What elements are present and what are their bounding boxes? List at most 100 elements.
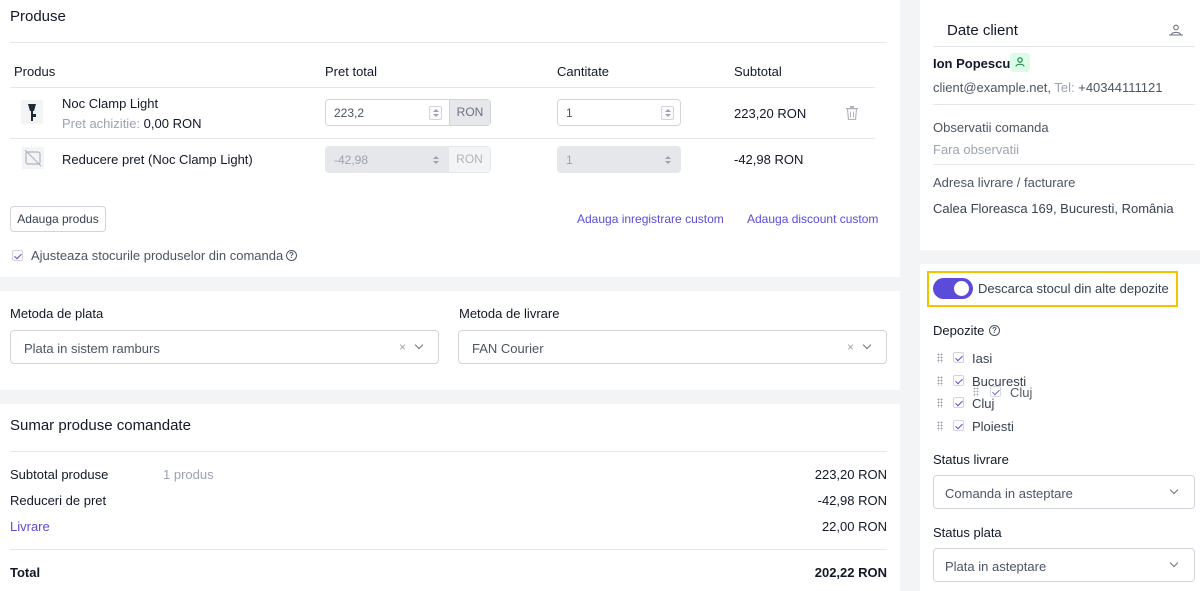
shipping-method-value: FAN Courier	[472, 341, 544, 356]
chevron-down-icon[interactable]	[414, 340, 424, 350]
purchase-price-label: Pret achizitie:	[62, 116, 141, 131]
price-value: 223,2	[334, 106, 365, 120]
divider	[10, 451, 887, 452]
delivery-status-value: Comanda in asteptare	[945, 486, 1073, 501]
client-email: client@example.net,	[933, 80, 1051, 95]
stock-card: Descarca stocul din alte depozite Depozi…	[920, 264, 1200, 591]
address-value: Calea Floreasca 169, Bucuresti, România	[933, 201, 1174, 216]
warehouse-label: Iasi	[972, 351, 993, 366]
client-phone: +40344111121	[1078, 80, 1163, 95]
col-price: Pret total	[325, 64, 378, 79]
chevron-down-icon[interactable]	[1169, 485, 1179, 495]
edit-client-icon[interactable]	[1169, 24, 1183, 36]
notes-value: Fara observatii	[933, 142, 1019, 157]
discount-quantity-input: 1	[557, 146, 681, 173]
drag-handle-icon[interactable]	[937, 376, 943, 386]
payment-method-select[interactable]: Plata in sistem ramburs ×	[10, 330, 439, 364]
chevron-down-icon[interactable]	[1169, 558, 1179, 568]
divider	[10, 138, 875, 139]
discount-price-input: -42,98 RON	[325, 146, 491, 173]
client-card: Date client Ion Popescu client@example.n…	[920, 0, 1200, 250]
total-label: Total	[10, 565, 41, 580]
shipping-method-label: Metoda de livrare	[459, 306, 560, 321]
quantity-input[interactable]: 1	[557, 99, 681, 126]
discounts-value: -42,98 RON	[817, 493, 887, 508]
subtotal-count: 1 produs	[163, 467, 214, 482]
discount-quantity-value: 1	[566, 153, 573, 167]
col-subtotal: Subtotal	[734, 64, 782, 79]
payment-status-value: Plata in asteptare	[945, 559, 1047, 574]
quantity-value: 1	[566, 106, 573, 120]
adjust-stock-checkbox[interactable]	[12, 250, 23, 261]
warehouse-checkbox[interactable]	[953, 375, 964, 386]
discount-price-stepper	[429, 153, 442, 167]
delivery-status-select[interactable]: Comanda in asteptare	[933, 475, 1195, 509]
warehouse-checkbox[interactable]	[953, 397, 964, 408]
product-name[interactable]: Noc Clamp Light	[62, 96, 158, 111]
total-value: 202,22 RON	[814, 565, 887, 580]
discount-price-value: -42,98	[334, 153, 369, 167]
currency-label: RON	[449, 100, 490, 125]
methods-card: Metoda de plata Plata in sistem ramburs …	[0, 291, 900, 390]
divider	[10, 87, 875, 88]
client-phone-label: Tel:	[1054, 80, 1075, 95]
subtotal-value: 223,20 RON	[814, 467, 887, 482]
help-icon[interactable]: ?	[989, 325, 1000, 336]
product-thumbnail	[19, 98, 45, 126]
drag-handle-icon[interactable]	[937, 421, 943, 431]
purchase-price: Pret achizitie: 0,00 RON	[62, 116, 201, 131]
payment-status-select[interactable]: Plata in asteptare	[933, 548, 1195, 582]
client-name: Ion Popescu	[933, 56, 1011, 71]
clear-icon[interactable]: ×	[399, 340, 406, 354]
stock-toggle[interactable]	[933, 278, 973, 299]
discounts-label: Reduceri de pret	[10, 493, 107, 508]
price-input[interactable]: 223,2 RON	[325, 99, 491, 126]
divider	[10, 42, 887, 43]
drag-handle-icon[interactable]	[937, 353, 943, 363]
payment-method-label: Metoda de plata	[10, 306, 104, 321]
products-card: Produse Produs Pret total Cantitate Subt…	[0, 0, 900, 277]
divider	[933, 46, 1195, 47]
stock-toggle-label: Descarca stocul din alte depozite	[978, 281, 1169, 296]
col-product: Produs	[14, 64, 56, 79]
discount-quantity-stepper	[661, 153, 674, 167]
no-image-icon	[21, 146, 45, 170]
client-profile-icon[interactable]	[1010, 53, 1030, 72]
drag-handle-icon[interactable]	[937, 398, 943, 408]
warehouse-checkbox[interactable]	[953, 420, 964, 431]
drag-handle-icon	[973, 387, 979, 397]
row-subtotal: 223,20 RON	[734, 106, 807, 121]
divider	[933, 164, 1195, 165]
divider	[933, 104, 1195, 105]
toggle-knob	[954, 281, 969, 296]
clear-icon[interactable]: ×	[847, 340, 854, 354]
add-product-button[interactable]: Adauga produs	[10, 206, 106, 232]
summary-card: Sumar produse comandate Subtotal produse…	[0, 404, 900, 591]
quantity-stepper[interactable]	[661, 106, 674, 120]
notes-label: Observatii comanda	[933, 120, 1049, 135]
summary-title: Sumar produse comandate	[10, 417, 191, 434]
warehouse-checkbox	[990, 386, 1001, 397]
warehouse-label: Cluj	[1010, 385, 1033, 400]
delivery-value: 22,00 RON	[821, 519, 887, 534]
products-title: Produse	[10, 8, 66, 25]
dragging-warehouse-item[interactable]: Cluj	[973, 384, 1043, 400]
chevron-down-icon[interactable]	[862, 340, 872, 350]
warehouses-label: Depozite	[933, 323, 985, 338]
discount-currency-label: RON	[449, 147, 490, 172]
warehouse-checkbox[interactable]	[953, 352, 964, 363]
help-icon[interactable]: ?	[286, 250, 297, 261]
subtotal-label: Subtotal produse	[10, 467, 109, 482]
add-custom-discount-link[interactable]: Adauga discount custom	[747, 212, 878, 226]
payment-status-label: Status plata	[933, 525, 1002, 540]
divider	[10, 549, 887, 550]
price-stepper[interactable]	[429, 106, 442, 120]
trash-icon[interactable]	[846, 106, 858, 121]
delivery-link[interactable]: Livrare	[10, 519, 50, 534]
purchase-price-value: 0,00 RON	[143, 116, 202, 131]
address-label: Adresa livrare / facturare	[933, 175, 1076, 190]
discount-name: Reducere pret (Noc Clamp Light)	[62, 152, 253, 167]
delivery-status-label: Status livrare	[933, 452, 1009, 467]
add-custom-entry-link[interactable]: Adauga inregistrare custom	[577, 212, 724, 226]
shipping-method-select[interactable]: FAN Courier ×	[458, 330, 887, 364]
